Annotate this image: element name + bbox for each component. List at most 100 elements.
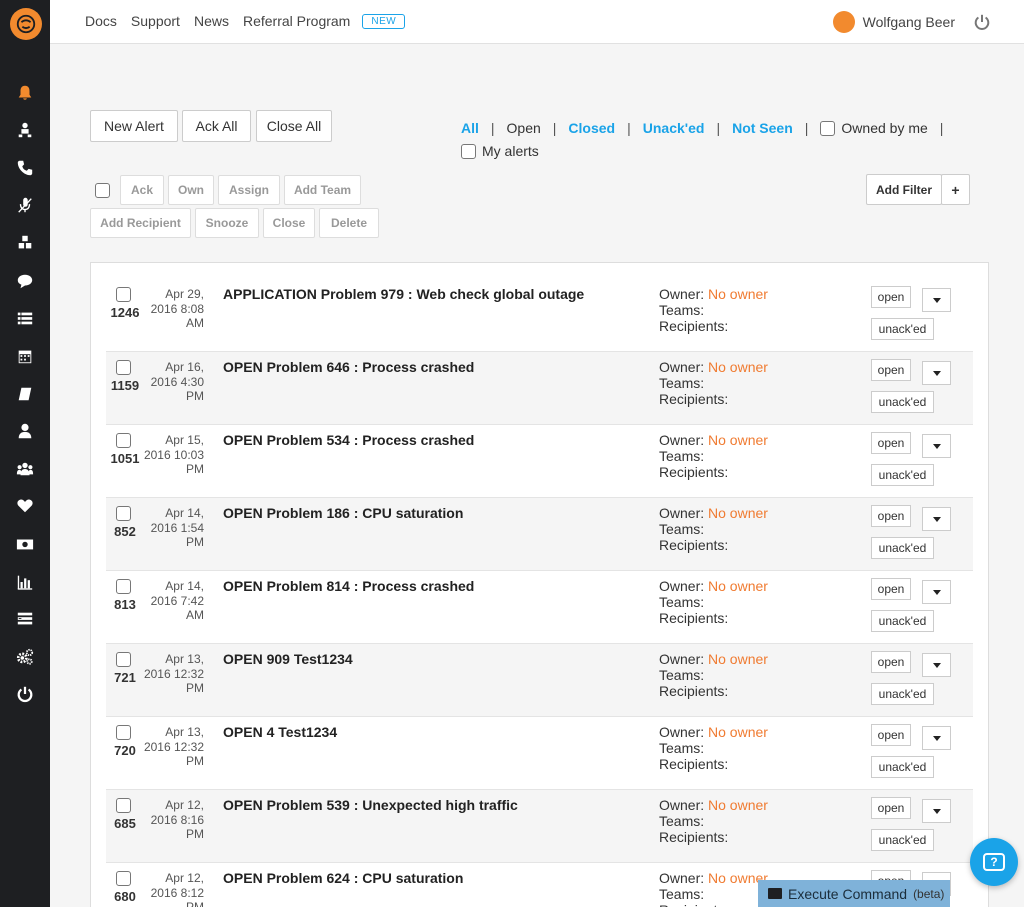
logo-icon[interactable] [10, 8, 42, 40]
owner-value[interactable]: No owner [708, 359, 768, 375]
alert-row[interactable]: 1051 Apr 15, 2016 10:03 PM OPEN Problem 534 … [106, 425, 973, 498]
owner-value[interactable]: No owner [708, 286, 768, 302]
new-alert-button[interactable]: New Alert [90, 110, 178, 142]
alert-row[interactable]: 721 Apr 13, 2016 12:32 PM OPEN 909 Test1234 O… [106, 644, 973, 717]
select-all-checkbox[interactable] [95, 183, 110, 198]
alert-row[interactable]: 1159 Apr 16, 2016 4:30 PM OPEN Problem 646 :… [106, 352, 973, 425]
status-unacked-badge[interactable]: unack'ed [871, 464, 934, 486]
owner-value[interactable]: No owner [708, 578, 768, 594]
nav-news[interactable]: News [194, 13, 229, 29]
status-open-badge[interactable]: open [871, 724, 911, 746]
filter-closed[interactable]: Closed [568, 120, 615, 136]
alert-title[interactable]: OPEN Problem 534 : Process crashed [223, 432, 474, 448]
status-unacked-badge[interactable]: unack'ed [871, 756, 934, 778]
status-open-badge[interactable]: open [871, 651, 911, 673]
phone-icon[interactable] [14, 157, 36, 179]
row-checkbox[interactable] [116, 652, 131, 667]
status-unacked-badge[interactable]: unack'ed [871, 829, 934, 851]
filter-open[interactable]: Open [507, 120, 541, 136]
bar-chart-icon[interactable] [14, 571, 36, 593]
row-checkbox[interactable] [116, 433, 131, 448]
alert-title[interactable]: OPEN Problem 186 : CPU saturation [223, 505, 463, 521]
power-icon[interactable] [14, 683, 36, 705]
row-checkbox[interactable] [116, 360, 131, 375]
calendar-icon[interactable] [14, 345, 36, 367]
status-dropdown-button[interactable] [922, 653, 951, 677]
add-filter-plus-button[interactable]: + [941, 174, 970, 205]
status-dropdown-button[interactable] [922, 434, 951, 458]
row-checkbox[interactable] [116, 798, 131, 813]
logout-icon[interactable] [973, 13, 991, 31]
alert-title[interactable]: OPEN Problem 539 : Unexpected high traff… [223, 797, 518, 813]
status-unacked-badge[interactable]: unack'ed [871, 318, 934, 340]
row-checkbox[interactable] [116, 725, 131, 740]
gears-icon[interactable] [14, 646, 36, 668]
status-dropdown-button[interactable] [922, 361, 951, 385]
owner-value[interactable]: No owner [708, 432, 768, 448]
owner-value[interactable]: No owner [708, 505, 768, 521]
users-icon[interactable] [14, 458, 36, 480]
money-icon[interactable] [14, 533, 36, 555]
status-unacked-badge[interactable]: unack'ed [871, 391, 934, 413]
status-open-badge[interactable]: open [871, 359, 911, 381]
cubes-icon[interactable] [14, 232, 36, 254]
alert-title[interactable]: OPEN Problem 814 : Process crashed [223, 578, 474, 594]
owner-value[interactable]: No owner [708, 797, 768, 813]
tasks-icon[interactable] [14, 608, 36, 630]
filter-unacked[interactable]: Unack'ed [643, 120, 705, 136]
row-checkbox[interactable] [116, 287, 131, 302]
nav-referral[interactable]: Referral Program [243, 13, 350, 29]
help-button[interactable]: ? [970, 838, 1018, 886]
user-sitemap-icon[interactable] [14, 119, 36, 141]
nav-docs[interactable]: Docs [85, 13, 117, 29]
status-dropdown-button[interactable] [922, 799, 951, 823]
owner-value[interactable]: No owner [708, 724, 768, 740]
alert-row[interactable]: 852 Apr 14, 2016 1:54 PM OPEN Problem 186 : … [106, 498, 973, 571]
add-recipient-button[interactable]: Add Recipient [90, 208, 191, 238]
alert-title[interactable]: OPEN Problem 624 : CPU saturation [223, 870, 463, 886]
alert-row[interactable]: 813 Apr 14, 2016 7:42 AM OPEN Problem 814 : … [106, 571, 973, 644]
filter-all[interactable]: All [461, 120, 479, 136]
my-alerts-checkbox[interactable] [461, 143, 476, 159]
bell-icon[interactable] [14, 82, 36, 104]
comment-icon[interactable] [14, 270, 36, 292]
row-checkbox[interactable] [116, 579, 131, 594]
delete-button[interactable]: Delete [319, 208, 379, 238]
list-icon[interactable] [14, 307, 36, 329]
snooze-button[interactable]: Snooze [195, 208, 259, 238]
user-menu[interactable]: Wolfgang Beer [832, 11, 991, 33]
status-dropdown-button[interactable] [922, 507, 951, 531]
row-checkbox[interactable] [116, 871, 131, 886]
ack-all-button[interactable]: Ack All [182, 110, 251, 142]
status-dropdown-button[interactable] [922, 288, 951, 312]
status-dropdown-button[interactable] [922, 726, 951, 750]
filter-not-seen[interactable]: Not Seen [732, 120, 793, 136]
assign-button[interactable]: Assign [218, 175, 280, 205]
owner-value[interactable]: No owner [708, 651, 768, 667]
row-checkbox[interactable] [116, 506, 131, 521]
alert-title[interactable]: OPEN 909 Test1234 [223, 651, 353, 667]
status-unacked-badge[interactable]: unack'ed [871, 537, 934, 559]
alert-title[interactable]: OPEN 4 Test1234 [223, 724, 337, 740]
status-open-badge[interactable]: open [871, 578, 911, 600]
add-team-button[interactable]: Add Team [284, 175, 361, 205]
add-filter-button[interactable]: Add Filter [866, 174, 942, 205]
status-unacked-badge[interactable]: unack'ed [871, 610, 934, 632]
status-open-badge[interactable]: open [871, 797, 911, 819]
alert-title[interactable]: APPLICATION Problem 979 : Web check glob… [223, 286, 584, 302]
book-icon[interactable] [14, 383, 36, 405]
status-open-badge[interactable]: open [871, 432, 911, 454]
nav-support[interactable]: Support [131, 13, 180, 29]
status-open-badge[interactable]: open [871, 286, 911, 308]
user-icon[interactable] [14, 420, 36, 442]
status-open-badge[interactable]: open [871, 505, 911, 527]
owned-by-me-checkbox[interactable] [820, 120, 836, 136]
own-button[interactable]: Own [168, 175, 214, 205]
close-button[interactable]: Close [263, 208, 315, 238]
execute-command-bar[interactable]: Execute Command (beta) [758, 880, 950, 907]
ack-button[interactable]: Ack [120, 175, 164, 205]
microphone-slash-icon[interactable] [14, 194, 36, 216]
alert-title[interactable]: OPEN Problem 646 : Process crashed [223, 359, 474, 375]
status-dropdown-button[interactable] [922, 580, 951, 604]
alert-row[interactable]: 1246 Apr 29, 2016 8:08 AM APPLICATION Proble… [106, 279, 973, 352]
